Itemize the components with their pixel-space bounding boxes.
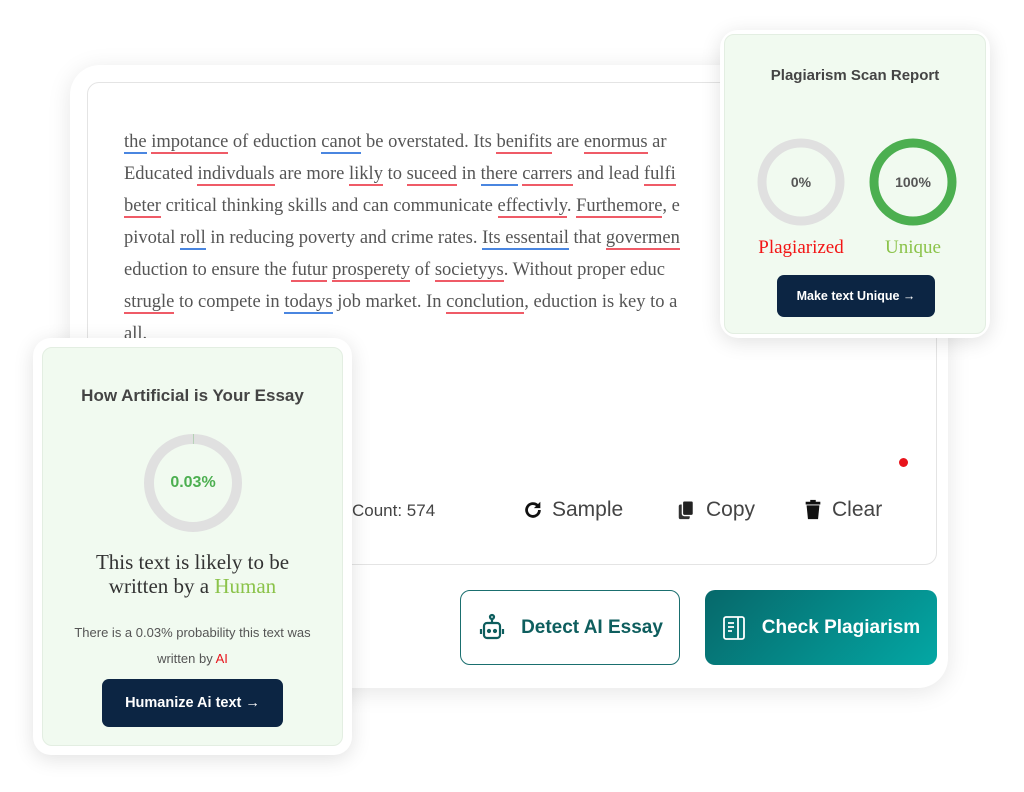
essay-fragment: in reducing poverty and crime rates.	[205, 228, 483, 248]
spelling-error[interactable]: societyys	[434, 260, 504, 282]
essay-fragment: Educated	[124, 164, 198, 184]
essay-fragment: job market. In	[332, 292, 447, 312]
essay-fragment: to	[382, 164, 407, 184]
plagiarized-label: Plagiarized	[758, 237, 844, 258]
spelling-error[interactable]: effectivly	[497, 196, 567, 218]
essay-fragment: , eduction is key to a	[524, 292, 678, 312]
spelling-error[interactable]: carrers	[522, 164, 573, 186]
spelling-error[interactable]: enormus	[583, 132, 648, 154]
ai-detection-card: How Artificial is Your Essay 0.03% This …	[33, 338, 352, 755]
grammar-error[interactable]: roll	[180, 228, 206, 250]
spelling-error[interactable]: prosperety	[332, 260, 411, 282]
spelling-error[interactable]: conclution	[446, 292, 525, 314]
spelling-error[interactable]: benifits	[496, 132, 552, 154]
essay-fragment: and lead	[572, 164, 644, 184]
human-word: Human	[214, 574, 277, 598]
spelling-error[interactable]: beter	[124, 196, 161, 218]
essay-fragment: in	[456, 164, 481, 184]
essay-fragment: are	[551, 132, 584, 152]
clear-button[interactable]: Clear	[802, 498, 882, 522]
word-count: Count: 574	[352, 501, 436, 520]
essay-fragment: to compete in	[174, 292, 285, 312]
unique-label: Unique	[885, 237, 941, 258]
refresh-icon	[525, 501, 541, 518]
ai-card-title: How Artificial is Your Essay	[81, 386, 304, 405]
plagiarism-report-card: Plagiarism Scan Report 0% 100% Plagiariz…	[720, 30, 990, 338]
grammar-error[interactable]: the	[124, 132, 147, 154]
trash-icon	[805, 499, 821, 520]
copy-button[interactable]: Copy	[676, 498, 755, 522]
detect-ai-button[interactable]: Detect AI Essay	[460, 590, 680, 665]
report-title: Plagiarism Scan Report	[770, 67, 940, 84]
grammar-error[interactable]: there	[480, 164, 518, 186]
plagiarized-percent: 0%	[790, 174, 812, 190]
spelling-error[interactable]: impotance	[151, 132, 229, 154]
document-icon	[722, 615, 745, 640]
ai-word: AI	[215, 651, 228, 666]
spelling-error[interactable]: Furthemore	[576, 196, 663, 218]
make-text-unique-button[interactable]: Make text Unique →	[777, 275, 935, 317]
essay-fragment: . Without proper educ	[503, 260, 665, 280]
essay-fragment: that	[568, 228, 606, 248]
ai-probability: There is a 0.03% probability this text w…	[74, 625, 311, 666]
essay-fragment: ar	[647, 132, 667, 152]
copy-icon	[678, 500, 695, 520]
essay-fragment: of eduction	[228, 132, 322, 152]
essay-fragment: .	[566, 196, 577, 216]
sample-label: Sample	[552, 498, 624, 521]
essay-fragment: eduction to ensure the	[124, 260, 292, 280]
detect-ai-label: Detect AI Essay	[521, 616, 663, 638]
ai-verdict: This text is likely to be written by a Hu…	[95, 550, 290, 598]
ai-ring: 0.03%	[143, 433, 243, 533]
spelling-error[interactable]: strugle	[124, 292, 175, 314]
essay-fragment: be overstated. Its	[361, 132, 497, 152]
ai-percent: 0.03%	[170, 474, 216, 491]
spelling-error[interactable]: suceed	[406, 164, 457, 186]
essay-fragment: critical thinking skills and can communi…	[160, 196, 498, 216]
unique-ring: 100%	[869, 138, 957, 226]
unique-percent: 100%	[895, 174, 931, 190]
spelling-error[interactable]: fulfi	[643, 164, 676, 186]
clear-label: Clear	[832, 498, 883, 521]
essay-fragment: , e	[662, 196, 680, 216]
humanize-button[interactable]: Humanize Ai text →	[102, 679, 283, 727]
robot-icon	[479, 613, 505, 639]
grammar-error[interactable]: canot	[321, 132, 362, 154]
copy-label: Copy	[706, 498, 756, 521]
status-dot	[899, 458, 908, 467]
spelling-error[interactable]: govermen	[605, 228, 680, 250]
check-plagiarism-label: Check Plagiarism	[761, 616, 921, 638]
essay-fragment: of	[410, 260, 435, 280]
spelling-error[interactable]: indivduals	[197, 164, 275, 186]
grammar-error[interactable]: Its essentail	[482, 228, 569, 250]
grammar-error[interactable]: todays	[284, 292, 333, 314]
sample-button[interactable]: Sample	[522, 498, 623, 522]
plagiarized-ring: 0%	[757, 138, 845, 226]
check-plagiarism-button[interactable]: Check Plagiarism	[705, 590, 937, 665]
spelling-error[interactable]: likly	[349, 164, 383, 186]
spelling-error[interactable]: futur	[291, 260, 328, 282]
essay-fragment: pivotal	[124, 228, 181, 248]
essay-fragment: are more	[274, 164, 350, 184]
